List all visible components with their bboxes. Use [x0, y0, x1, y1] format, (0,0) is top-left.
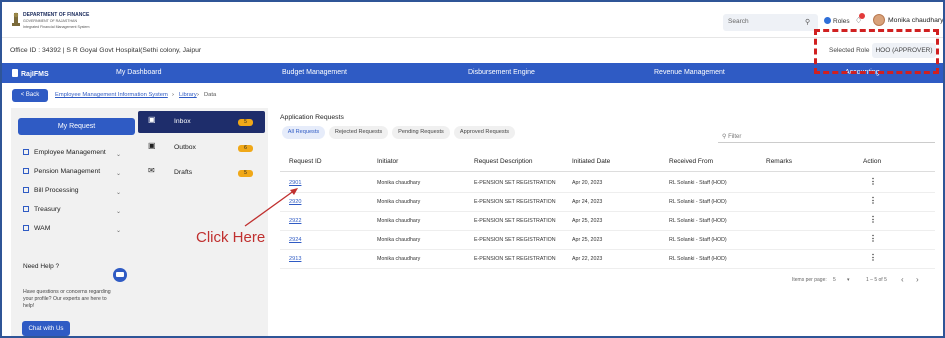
annotation-arrow-icon: [244, 188, 298, 227]
app-window: DEPARTMENT OF FINANCE GOVERNMENT OF RAJA…: [0, 0, 945, 338]
